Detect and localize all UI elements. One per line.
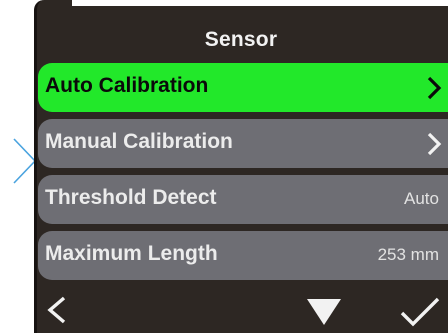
menu-item-value: Auto	[404, 189, 439, 208]
screen: Sensor Auto Calibration Manual Calibrati…	[0, 0, 448, 333]
checkmark-icon[interactable]	[398, 296, 442, 328]
chevron-right-icon	[427, 132, 442, 156]
chevron-left-icon[interactable]	[42, 294, 72, 326]
menu-item-auto-calibration[interactable]: Auto Calibration	[38, 63, 448, 112]
menu-item-label: Auto Calibration	[45, 74, 209, 97]
menu-item-label: Manual Calibration	[45, 130, 233, 153]
menu-item-value: 253 mm	[377, 245, 439, 264]
triangle-down-icon[interactable]	[305, 297, 343, 327]
menu-item-maximum-length[interactable]: Maximum Length 253 mm	[38, 231, 448, 280]
menu-item-manual-calibration[interactable]: Manual Calibration	[38, 119, 448, 168]
menu-item-label: Maximum Length	[45, 242, 218, 265]
chevron-right-outline-icon	[13, 138, 37, 184]
menu-item-threshold-detect[interactable]: Threshold Detect Auto	[38, 175, 448, 224]
chevron-right-icon	[427, 76, 442, 100]
top-bezel-gap	[72, 0, 448, 6]
page-title: Sensor	[204, 28, 278, 51]
menu-item-label: Threshold Detect	[45, 186, 217, 209]
